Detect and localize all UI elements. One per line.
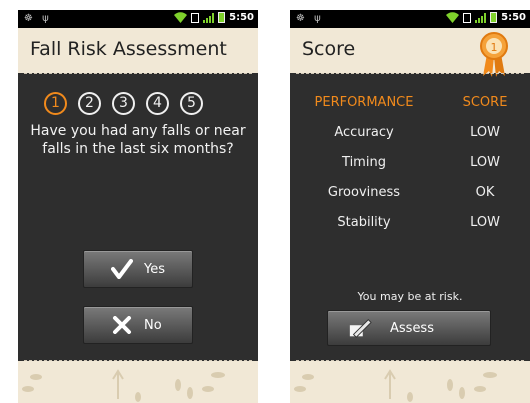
assess-label: Assess: [390, 320, 434, 336]
status-bar: ☸ ψ 5:50: [290, 10, 530, 28]
wifi-icon: [446, 12, 460, 23]
step-3[interactable]: 3: [112, 92, 135, 115]
step-4[interactable]: 4: [146, 92, 169, 115]
step-indicator: 1 2 3 4 5: [44, 92, 203, 115]
screen-fall-risk-assessment: ☸ ψ 5:50 Fall Risk Assessment 1 2 3 4 5 …: [18, 10, 258, 403]
footprints-icon: [294, 369, 497, 402]
metric-label: Grooviness: [327, 185, 401, 200]
yes-button[interactable]: Yes: [83, 250, 193, 288]
metric-label: Stability: [337, 215, 391, 230]
check-icon: [110, 258, 134, 280]
assess-button[interactable]: Assess: [327, 310, 491, 346]
clock: 5:50: [501, 12, 526, 23]
table-row: Timing LOW: [290, 155, 530, 185]
wifi-icon: [174, 12, 188, 23]
battery-icon: [218, 12, 226, 23]
battery-icon: [490, 12, 498, 23]
signal-icon: [203, 12, 215, 23]
title-bar: Fall Risk Assessment: [18, 28, 258, 73]
step-5[interactable]: 5: [180, 92, 203, 115]
table-row: Stability LOW: [290, 215, 530, 245]
screen-score: ☸ ψ 5:50 Score 1 PERFORMANCE SCORE Accur…: [290, 10, 530, 403]
signal-icon: [475, 12, 487, 23]
pencil-icon: [348, 317, 372, 339]
sim-icon: [463, 12, 472, 23]
sim-icon: [191, 12, 200, 23]
notification-icons: ☸ ψ: [296, 13, 324, 24]
question-text: Have you had any falls or near falls in …: [30, 123, 246, 157]
metric-score: OK: [475, 185, 495, 200]
page-title: Score: [302, 38, 356, 60]
step-2[interactable]: 2: [78, 92, 101, 115]
metric-label: Timing: [342, 155, 386, 170]
metric-label: Accuracy: [334, 125, 394, 140]
table-header: PERFORMANCE SCORE: [290, 95, 530, 125]
metric-score: LOW: [470, 215, 500, 230]
table-row: Grooviness OK: [290, 185, 530, 215]
badge-number: 1: [491, 41, 498, 54]
table-row: Accuracy LOW: [290, 125, 530, 155]
notification-icons: ☸ ψ: [24, 13, 52, 24]
footer-pattern: [290, 361, 530, 403]
footprints-icon: [22, 369, 225, 402]
metric-score: LOW: [470, 125, 500, 140]
divider: [24, 73, 252, 74]
risk-message: You may be at risk.: [357, 290, 463, 303]
footer-pattern: [18, 361, 258, 403]
step-1[interactable]: 1: [44, 92, 67, 115]
clock: 5:50: [229, 12, 254, 23]
metric-score: LOW: [470, 155, 500, 170]
no-label: No: [144, 317, 162, 333]
score-table: PERFORMANCE SCORE Accuracy LOW Timing LO…: [290, 95, 530, 245]
title-bar: Score 1: [290, 28, 530, 77]
no-button[interactable]: No: [83, 306, 193, 344]
x-icon: [110, 314, 134, 336]
page-title: Fall Risk Assessment: [30, 38, 227, 60]
divider: [296, 73, 524, 74]
status-bar: ☸ ψ 5:50: [18, 10, 258, 28]
yes-label: Yes: [144, 261, 165, 277]
header-performance: PERFORMANCE: [314, 95, 414, 110]
header-score: SCORE: [462, 95, 508, 110]
